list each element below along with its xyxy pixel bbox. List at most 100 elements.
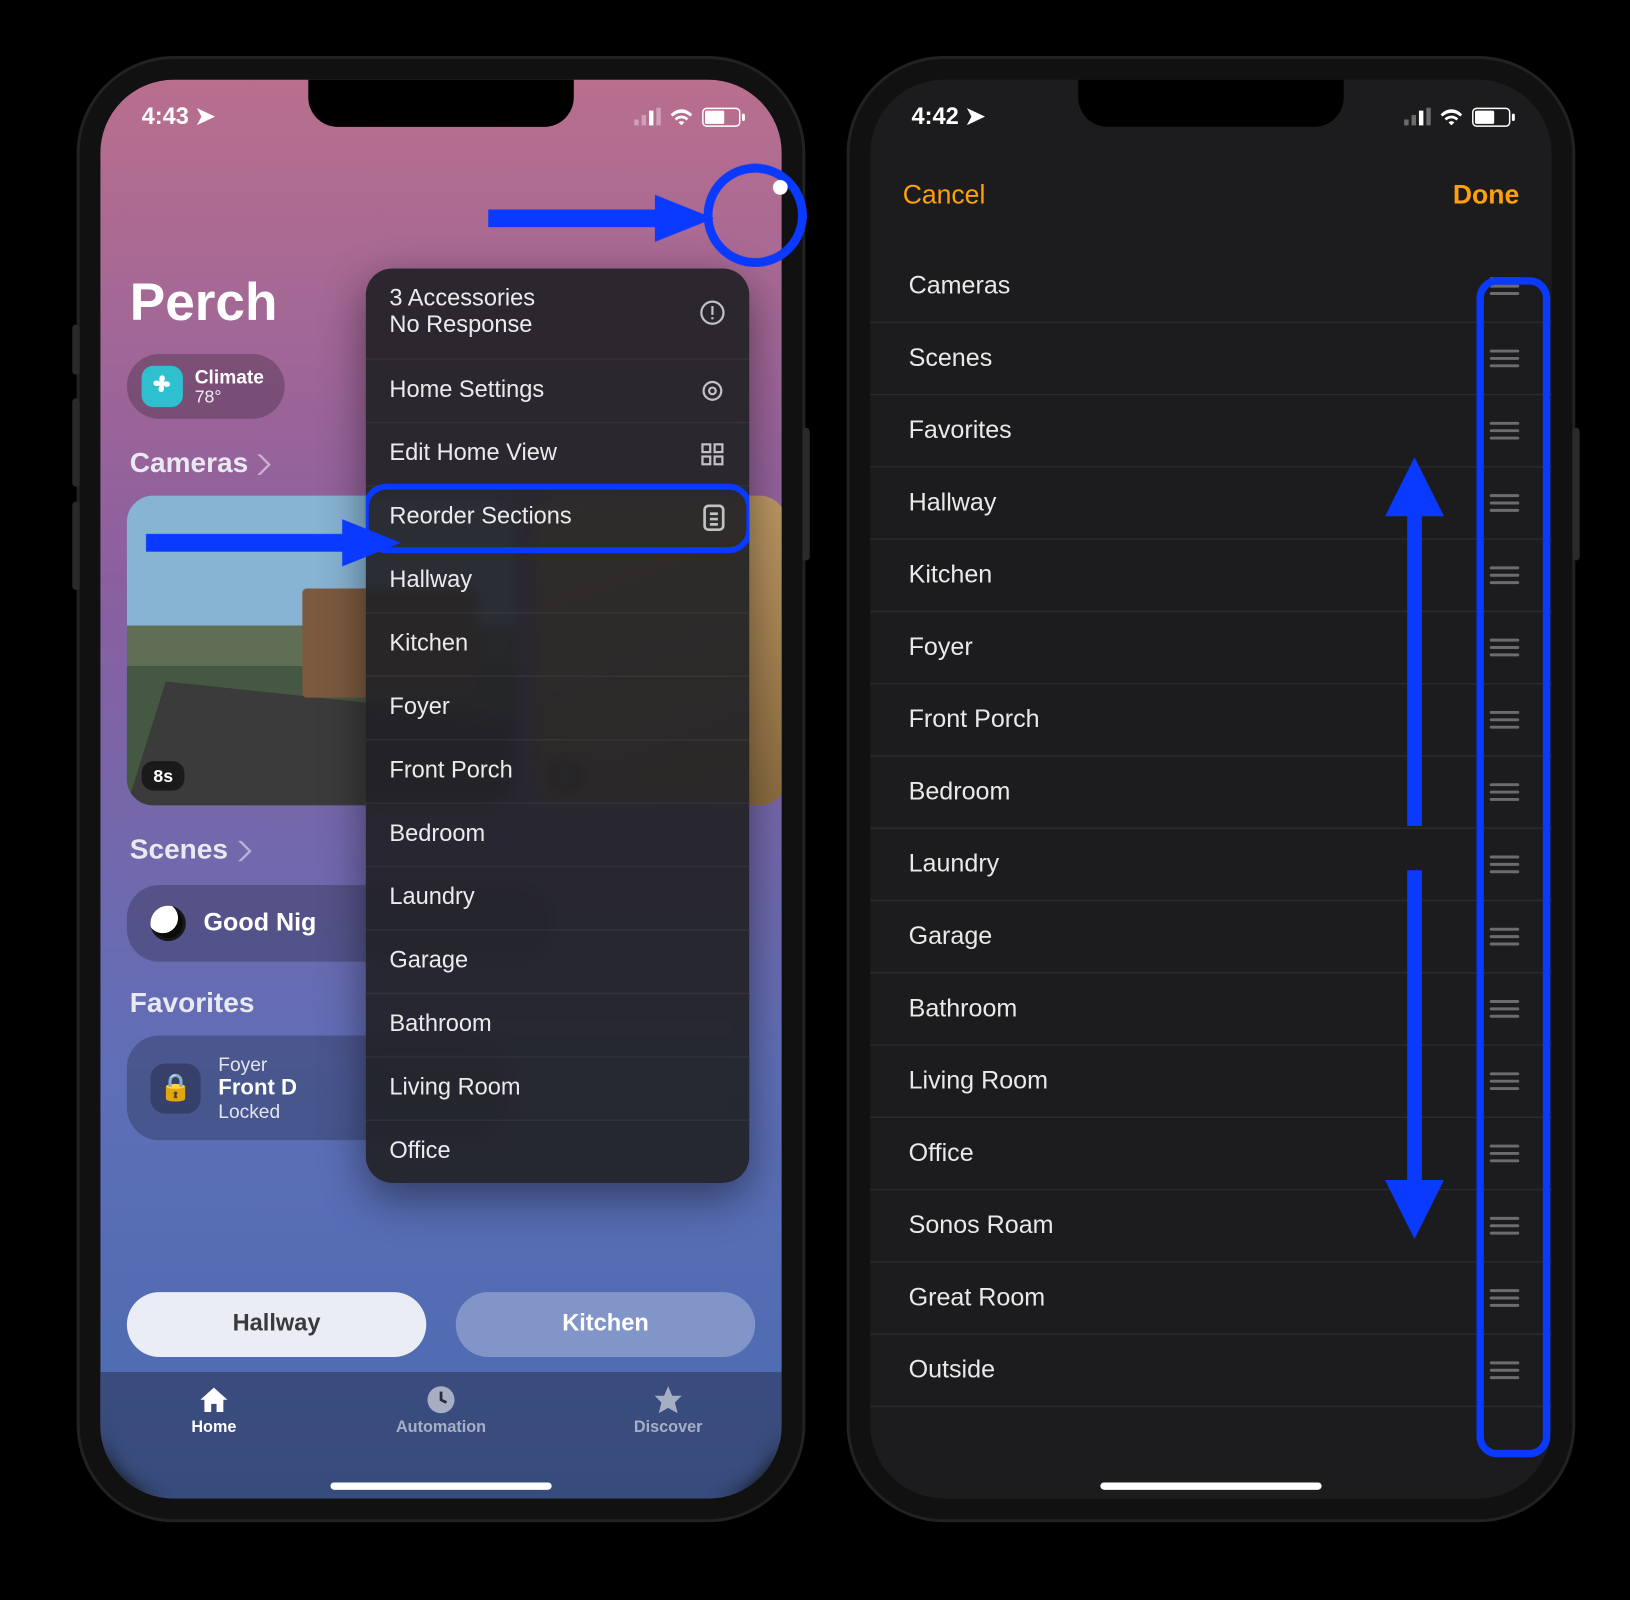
list-item[interactable]: Bathroom <box>870 974 1551 1046</box>
menu-edit-home-view[interactable]: Edit Home View <box>366 423 749 486</box>
menu-status[interactable]: 3 Accessories No Response <box>366 268 749 359</box>
tab-home[interactable]: Home <box>100 1384 327 1437</box>
list-item[interactable]: Sonos Roam <box>870 1190 1551 1262</box>
menu-reorder-sections[interactable]: Reorder Sections <box>366 486 749 549</box>
list-item-label: Kitchen <box>909 561 993 591</box>
list-item[interactable]: Foyer <box>870 612 1551 684</box>
tab-discover[interactable]: Discover <box>555 1384 782 1437</box>
list-item[interactable]: Favorites <box>870 395 1551 467</box>
battery-icon <box>702 107 740 126</box>
climate-label: Climate <box>195 367 264 387</box>
drag-handle-icon[interactable] <box>1490 277 1520 295</box>
drag-handle-icon[interactable] <box>1490 928 1520 946</box>
chevron-right-icon <box>257 454 272 475</box>
menu-room[interactable]: Hallway <box>366 550 749 613</box>
clock-icon <box>423 1384 458 1416</box>
list-item[interactable]: Scenes <box>870 323 1551 395</box>
reorder-list[interactable]: Cameras Scenes Favorites Hallway Kitchen Foye… <box>870 251 1551 1461</box>
warning-icon <box>699 300 726 327</box>
list-item[interactable]: Office <box>870 1118 1551 1190</box>
drag-handle-icon[interactable] <box>1490 566 1520 584</box>
list-item[interactable]: Outside <box>870 1335 1551 1407</box>
favorite-room: Foyer <box>218 1053 297 1075</box>
chevron-right-icon <box>237 841 252 862</box>
list-item-label: Foyer <box>909 633 973 663</box>
menu-room[interactable]: Kitchen <box>366 613 749 676</box>
favorite-name: Front D <box>218 1075 297 1100</box>
grid-icon <box>699 441 726 468</box>
camera-timestamp: 8s <box>142 761 185 791</box>
cellular-icon <box>634 108 661 126</box>
room-strip[interactable]: Hallway Kitchen <box>127 1292 755 1357</box>
wifi-icon <box>670 108 694 126</box>
menu-room[interactable]: Front Porch <box>366 740 749 803</box>
list-item-label: Sonos Roam <box>909 1211 1054 1241</box>
cellular-icon <box>1404 108 1431 126</box>
phone-left: 4:43 ➤ Perch Climate 78° <box>80 59 803 1519</box>
drag-handle-icon[interactable] <box>1490 1072 1520 1090</box>
status-time: 4:43 ➤ <box>142 102 216 132</box>
climate-temp: 78° <box>195 387 264 406</box>
list-item[interactable]: Bedroom <box>870 757 1551 829</box>
screen-right: 4:42 ➤ Cancel Done CamerasScenesFavorite… <box>870 80 1551 1499</box>
moon-icon <box>150 906 185 941</box>
location-arrow-icon: ➤ <box>965 105 985 130</box>
menu-room[interactable]: Bedroom <box>366 804 749 867</box>
menu-room[interactable]: Laundry <box>366 867 749 930</box>
list-item-label: Living Room <box>909 1066 1048 1096</box>
climate-pill[interactable]: Climate 78° <box>127 354 285 419</box>
list-item[interactable]: Laundry <box>870 829 1551 901</box>
drag-handle-icon[interactable] <box>1490 494 1520 512</box>
drag-handle-icon[interactable] <box>1490 711 1520 729</box>
list-item-label: Laundry <box>909 850 1000 880</box>
menu-room[interactable]: Garage <box>366 930 749 993</box>
home-icon <box>196 1384 231 1416</box>
list-item-label: Favorites <box>909 416 1012 446</box>
drag-handle-icon[interactable] <box>1490 350 1520 368</box>
list-item[interactable]: Garage <box>870 901 1551 973</box>
reorder-navbar: Cancel Done <box>870 153 1551 236</box>
list-item-label: Outside <box>909 1356 995 1386</box>
status-indicators <box>634 107 740 126</box>
more-menu: 3 Accessories No Response Home Settings … <box>366 268 749 1182</box>
list-item-label: Great Room <box>909 1283 1046 1313</box>
list-item[interactable]: Front Porch <box>870 684 1551 756</box>
drag-handle-icon[interactable] <box>1490 1000 1520 1018</box>
menu-room[interactable]: Bathroom <box>366 994 749 1057</box>
list-item-label: Scenes <box>909 344 993 374</box>
list-item-label: Front Porch <box>909 705 1040 735</box>
list-item[interactable]: Hallway <box>870 468 1551 540</box>
location-arrow-icon: ➤ <box>195 105 215 130</box>
menu-room[interactable]: Foyer <box>366 677 749 740</box>
list-item-label: Hallway <box>909 488 997 518</box>
cancel-button[interactable]: Cancel <box>903 179 986 210</box>
list-item[interactable]: Great Room <box>870 1263 1551 1335</box>
done-button[interactable]: Done <box>1453 179 1519 210</box>
drag-handle-icon[interactable] <box>1490 639 1520 657</box>
room-chip-hallway[interactable]: Hallway <box>127 1292 426 1357</box>
drag-handle-icon[interactable] <box>1490 1289 1520 1307</box>
gear-icon <box>699 377 726 404</box>
tab-automation[interactable]: Automation <box>327 1384 554 1437</box>
room-chip-kitchen[interactable]: Kitchen <box>456 1292 755 1357</box>
menu-room[interactable]: Office <box>366 1121 749 1183</box>
list-item-label: Office <box>909 1139 974 1169</box>
drag-handle-icon[interactable] <box>1490 1145 1520 1163</box>
tab-bar: Home Automation Discover <box>100 1372 781 1499</box>
menu-home-settings[interactable]: Home Settings <box>366 360 749 423</box>
list-item[interactable]: Cameras <box>870 251 1551 323</box>
menu-room[interactable]: Living Room <box>366 1057 749 1120</box>
drag-handle-icon[interactable] <box>1490 856 1520 874</box>
list-icon <box>702 504 726 531</box>
drag-handle-icon[interactable] <box>1490 422 1520 440</box>
list-item-label: Bathroom <box>909 994 1018 1024</box>
battery-icon <box>1472 107 1510 126</box>
list-item-label: Bedroom <box>909 777 1011 807</box>
list-item[interactable]: Kitchen <box>870 540 1551 612</box>
drag-handle-icon[interactable] <box>1490 1217 1520 1235</box>
list-item[interactable]: Living Room <box>870 1046 1551 1118</box>
scene-label: Good Nig <box>204 909 317 939</box>
drag-handle-icon[interactable] <box>1490 1361 1520 1379</box>
lock-icon: 🔒 <box>150 1063 200 1113</box>
drag-handle-icon[interactable] <box>1490 783 1520 801</box>
